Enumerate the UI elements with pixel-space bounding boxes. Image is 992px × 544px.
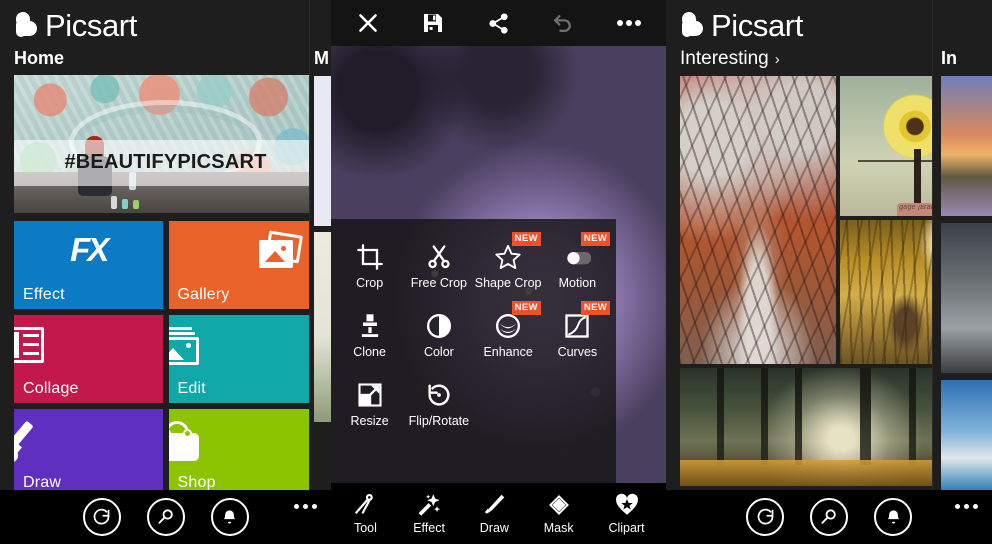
tile-effect[interactable]: FX Effect (14, 221, 163, 309)
home-tile-grid: FX Effect Gallery Collage Edit Draw Shop (0, 213, 331, 497)
chevron-right-icon: › (774, 51, 780, 68)
promo-banner[interactable]: #BEAUTIFYPICSART (14, 75, 317, 213)
tool-label: Free Crop (410, 276, 468, 290)
page-title: Home (14, 48, 65, 68)
rotate-icon (425, 377, 453, 409)
tile-label: Edit (177, 380, 206, 397)
tool-label: Curves (557, 345, 598, 359)
collage-icon (14, 327, 44, 363)
status-badge: NEW (580, 232, 610, 246)
editor-tool-grid: Crop Free Crop NEW Shape Crop NEW Motion… (331, 219, 616, 483)
tile-shop[interactable]: Shop (168, 409, 317, 497)
refresh-icon[interactable] (746, 498, 784, 536)
nav-label: Mask (543, 521, 574, 535)
peek-panel-title: M (314, 48, 329, 68)
more-dots-icon[interactable] (606, 3, 652, 43)
brand-name: Picsart (711, 7, 803, 43)
tool-free-crop[interactable]: Free Crop (404, 233, 473, 302)
close-icon[interactable] (345, 3, 391, 43)
feed-app-bar (666, 490, 992, 544)
autumn-path-photo[interactable] (680, 76, 836, 364)
status-badge: NEW (511, 301, 541, 315)
tile-draw[interactable]: Draw (14, 409, 163, 497)
tool-flip-rotate[interactable]: Flip/Rotate (404, 371, 473, 440)
tool-label: Motion (558, 276, 597, 290)
nav-label: Effect (413, 521, 445, 535)
picsart-logo: Picsart (0, 0, 331, 44)
peek-photo (941, 76, 992, 216)
editor-top-toolbar (331, 0, 666, 46)
stamp-icon (356, 308, 384, 340)
home-panel: Picsart Home #BEAUTIFYPICSART FX Effect (0, 0, 331, 544)
brand-name: Picsart (45, 7, 137, 43)
nav-effect[interactable]: Effect (413, 492, 445, 535)
bell-icon[interactable] (874, 498, 912, 536)
gallery-icon (257, 230, 303, 273)
tool-shape-crop[interactable]: NEW Shape Crop (474, 232, 543, 302)
tool-motion[interactable]: NEW Motion (543, 232, 612, 302)
nav-draw[interactable]: Draw (480, 492, 509, 535)
home-app-bar (0, 490, 331, 544)
nav-label: Draw (479, 521, 509, 535)
app-screenshot: Picsart Home #BEAUTIFYPICSART FX Effect (0, 0, 992, 544)
tool-color[interactable]: Color (404, 302, 473, 371)
tool-label: Crop (356, 276, 384, 290)
peek-panel-title: In (941, 48, 957, 68)
tool-label: Resize (350, 414, 389, 428)
more-dots-icon[interactable] (294, 504, 317, 509)
nav-label: Clipart (608, 521, 645, 535)
tile-label: Gallery (177, 286, 230, 303)
search-icon[interactable] (146, 498, 185, 536)
tool-label: Flip/Rotate (408, 414, 470, 428)
nav-mask[interactable]: Mask (544, 492, 574, 535)
feed-panel: Picsart Interesting› gage jarah | photog… (666, 0, 992, 544)
peek-card (314, 76, 331, 226)
undo-icon[interactable] (541, 3, 587, 43)
tool-label: Clone (353, 345, 386, 359)
tile-label: Effect (23, 286, 65, 303)
tool-resize[interactable]: Resize (335, 371, 404, 440)
tool-enhance[interactable]: NEW Enhance (474, 301, 543, 371)
share-icon[interactable] (476, 3, 522, 43)
peek-card (314, 232, 331, 422)
brush-icon (14, 420, 48, 465)
editor-bottom-nav: Tool Effect Draw Mask Clipart (331, 483, 666, 544)
shop-bag-icon (168, 421, 199, 461)
editor-panel: Crop Free Crop NEW Shape Crop NEW Motion… (331, 0, 666, 544)
tool-clone[interactable]: Clone (335, 302, 404, 371)
refresh-icon[interactable] (82, 498, 121, 536)
peek-panel-next[interactable]: In (932, 0, 992, 544)
fx-icon: FX (70, 231, 109, 268)
tool-label: Enhance (483, 345, 533, 359)
peek-panel-next[interactable]: M (309, 0, 331, 544)
search-icon[interactable] (810, 498, 848, 536)
picsart-mark-icon (14, 10, 44, 40)
tool-curves[interactable]: NEW Curves (543, 301, 612, 371)
nav-label: Tool (353, 521, 377, 535)
tool-crop[interactable]: Crop (335, 233, 404, 302)
status-badge: NEW (511, 232, 541, 246)
crop-icon (356, 239, 384, 271)
status-badge: NEW (580, 301, 610, 315)
banner-caption: #BEAUTIFYPICSART (64, 151, 267, 174)
picsart-mark-icon (680, 10, 710, 40)
tool-label: Shape Crop (474, 276, 542, 290)
tile-edit[interactable]: Edit (168, 315, 317, 403)
peek-photo (941, 223, 992, 373)
tool-label: Color (423, 345, 454, 359)
more-dots-icon[interactable] (955, 504, 978, 509)
nav-tool[interactable]: Tool (352, 492, 378, 535)
edit-icon (168, 327, 199, 365)
save-icon[interactable] (410, 3, 456, 43)
resize-icon (356, 377, 384, 409)
feed-section-title: Interesting (680, 48, 769, 69)
contrast-icon (425, 308, 453, 340)
tile-label: Collage (23, 380, 79, 397)
bell-icon[interactable] (210, 498, 249, 536)
tile-gallery[interactable]: Gallery (168, 221, 317, 309)
scissors-icon (425, 239, 453, 271)
nav-clipart[interactable]: Clipart (608, 492, 645, 535)
tile-collage[interactable]: Collage (14, 315, 163, 403)
